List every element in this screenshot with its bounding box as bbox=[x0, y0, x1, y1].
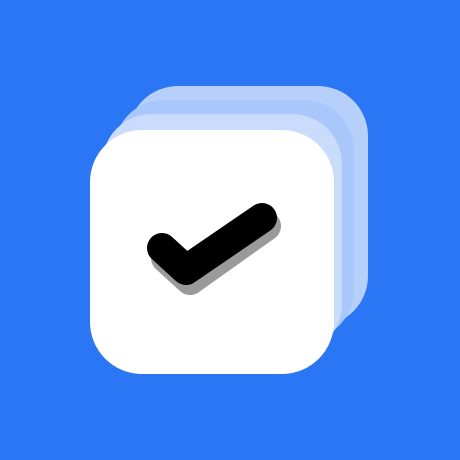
app-icon bbox=[0, 0, 460, 460]
app-icon-graphic bbox=[0, 0, 460, 460]
